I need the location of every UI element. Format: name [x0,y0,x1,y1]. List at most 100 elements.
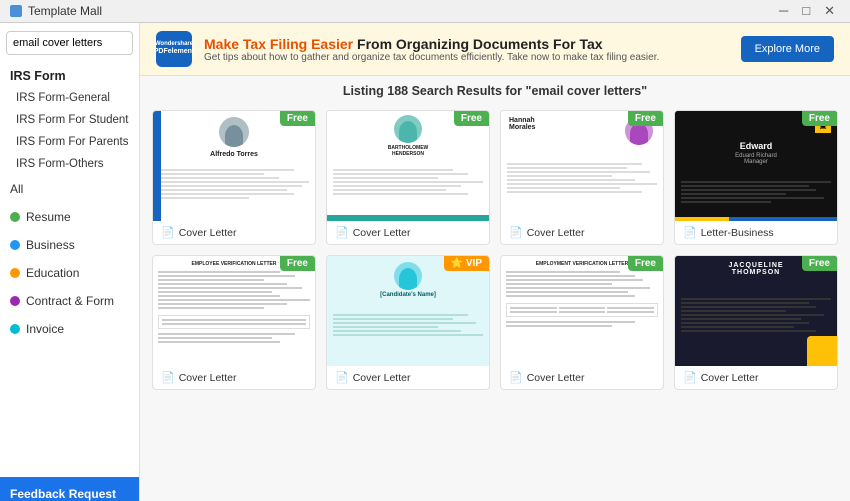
all-label: All [10,182,23,196]
search-box[interactable]: 🔍 [6,31,133,55]
maximize-button[interactable]: □ [797,3,815,19]
doc-icon-3: 📄 [509,226,523,239]
name-1: Alfredo Torres [153,151,315,158]
free-badge-8: Free [802,256,837,271]
sidebar-item-invoice[interactable]: Invoice [0,315,139,343]
card-label-4: 📄 Letter-Business [675,221,837,244]
education-label: Education [26,266,79,280]
ad-logo-line1: Wondershare [154,41,194,48]
ad-title-normal: From Organizing Documents For Tax [357,36,603,52]
invoice-label: Invoice [26,322,64,336]
card-label-3: 📄 Cover Letter [501,221,663,244]
ad-logo-line2: PDFelement [154,48,194,56]
doc-icon-6: 📄 [335,371,349,384]
free-badge-2: Free [454,111,489,126]
vip-badge-6: ⭐ VIP [444,256,489,271]
ad-logo: Wondershare PDFelement [156,31,192,67]
card-title-5: Cover Letter [179,372,237,384]
contract-dot [10,296,20,306]
card-thumb-3: HannahMorales [501,111,663,221]
ad-text: Make Tax Filing Easier From Organizing D… [204,36,729,63]
minimize-button[interactable]: ─ [774,3,793,19]
explore-more-button[interactable]: Explore More [741,36,834,62]
doc-icon-2: 📄 [335,226,349,239]
doc-icon-5: 📄 [161,371,175,384]
card-label-6: 📄 Cover Letter [327,366,489,389]
doc-icon-4: 📄 [683,226,697,239]
avatar-2 [394,115,422,143]
feedback-banner[interactable]: Feedback Request Learn more → [0,477,139,501]
card-emp-verification2[interactable]: EMPLOYMENT VERIFICATION LETTER [500,255,664,390]
card-title-3: Cover Letter [527,227,585,239]
card-title-1: Cover Letter [179,227,237,239]
card-label-8: 📄 Cover Letter [675,366,837,389]
sidebar-item-business[interactable]: Business [0,231,139,259]
card-emp-verification[interactable]: EMPLOYEE VERIFICATION LETTER [152,255,316,390]
card-thumb-7: EMPLOYMENT VERIFICATION LETTER [501,256,663,366]
free-badge-3: Free [628,111,663,126]
card-bartholomew[interactable]: BARTHOLOMEWHENDERSON [326,110,490,245]
free-badge-4: Free [802,111,837,126]
avatar-1 [219,117,249,147]
sidebar-item-all[interactable]: All [0,175,139,203]
card-edward[interactable]: ▣ Edward Eduard RichardManager [674,110,838,245]
name-3: HannahMorales [509,117,535,131]
contract-label: Contract & Form [26,294,114,308]
card-title-8: Cover Letter [701,372,759,384]
card-title-2: Cover Letter [353,227,411,239]
card-label-1: 📄 Cover Letter [153,221,315,244]
card-label-5: 📄 Cover Letter [153,366,315,389]
free-badge-7: Free [628,256,663,271]
doc-icon-8: 📄 [683,371,697,384]
search-input[interactable] [13,37,140,49]
business-dot [10,240,20,250]
free-badge-1: Free [280,111,315,126]
ad-logo-box: Wondershare PDFelement [156,31,192,67]
card-thumb-5: EMPLOYEE VERIFICATION LETTER [153,256,315,366]
doc-icon-1: 📄 [161,226,175,239]
ad-description: Get tips about how to gather and organiz… [204,52,729,63]
app-logo-icon [10,5,22,17]
card-thumb-4: ▣ Edward Eduard RichardManager [675,111,837,221]
sidebar-item-irs-parents[interactable]: IRS Form For Parents [0,131,139,153]
card-label-2: 📄 Cover Letter [327,221,489,244]
lines-1 [159,169,309,199]
close-button[interactable]: ✕ [819,3,840,19]
results-label: Listing 188 Search Results for "email co… [343,84,647,98]
sidebar-section-irs: IRS Form [0,63,139,87]
feedback-title: Feedback Request [10,487,129,501]
sidebar: 🔍 IRS Form IRS Form-General IRS Form For… [0,23,140,501]
card-thumb-6: [Candidate's Name] ⭐ VIP [327,256,489,366]
main-content: Wondershare PDFelement Make Tax Filing E… [140,23,850,501]
sidebar-item-contract[interactable]: Contract & Form [0,287,139,315]
name-4: Edward [675,141,837,151]
doc-icon-7: 📄 [509,371,523,384]
resume-label: Resume [26,210,71,224]
sidebar-item-irs-others[interactable]: IRS Form-Others [0,153,139,175]
card-thumb-8: JACQUELINETHOMPSON [675,256,837,366]
free-badge-5: Free [280,256,315,271]
template-grid: Alfredo Torres [140,104,850,501]
card-hannah[interactable]: HannahMorales [500,110,664,245]
ad-banner: Wondershare PDFelement Make Tax Filing E… [140,23,850,76]
business-label: Business [26,238,75,252]
app-title: Template Mall [28,4,102,18]
card-title-4: Letter-Business [701,227,774,239]
card-jacqueline[interactable]: JACQUELINETHOMPSON [674,255,838,390]
ad-title: Make Tax Filing Easier From Organizing D… [204,36,729,52]
card-vip[interactable]: [Candidate's Name] ⭐ VIP [326,255,490,390]
resume-dot [10,212,20,222]
sidebar-item-education[interactable]: Education [0,259,139,287]
sidebar-item-irs-general[interactable]: IRS Form-General [0,87,139,109]
card-title-6: Cover Letter [353,372,411,384]
sidebar-item-resume[interactable]: Resume [0,203,139,231]
sidebar-item-irs-student[interactable]: IRS Form For Student [0,109,139,131]
card-thumb-2: BARTHOLOMEWHENDERSON [327,111,489,221]
window-controls: ─ □ ✕ [774,3,840,19]
avatar-6 [394,262,422,290]
ad-title-highlight: Make Tax Filing Easier [204,36,353,52]
invoice-dot [10,324,20,334]
card-alfredo[interactable]: Alfredo Torres [152,110,316,245]
card-title-7: Cover Letter [527,372,585,384]
name-2: BARTHOLOMEWHENDERSON [327,145,489,157]
